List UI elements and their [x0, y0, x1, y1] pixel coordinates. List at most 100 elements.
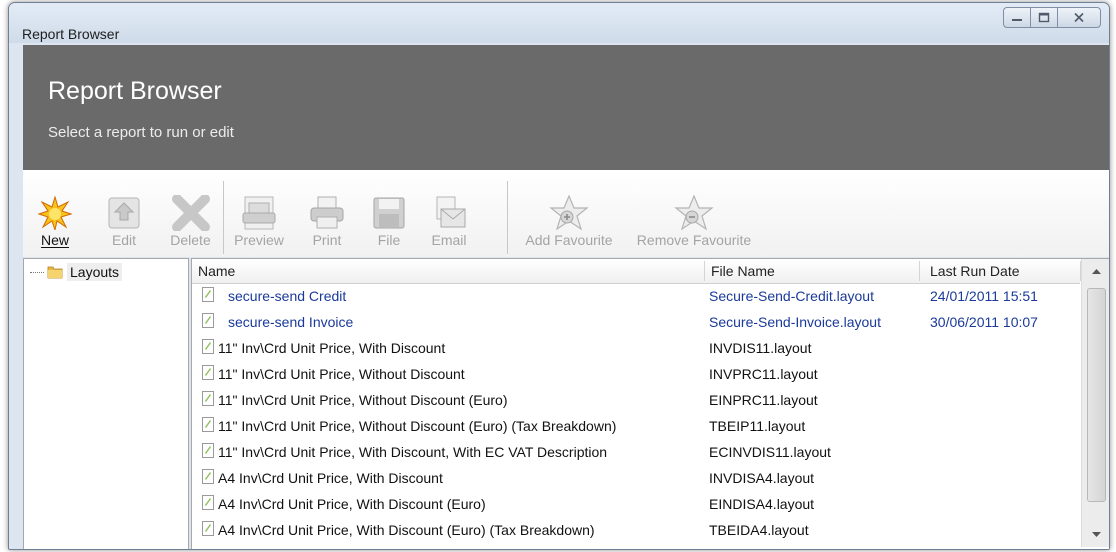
column-header-last-run-date[interactable]: Last Run Date: [920, 259, 1080, 283]
report-name: 11" Inv\Crd Unit Price, Without Discount…: [218, 418, 617, 434]
edit-label: Edit: [111, 232, 137, 248]
email-icon: [436, 196, 466, 228]
report-file-name: INVPRC11.layout: [709, 366, 818, 382]
edit-icon: [108, 197, 140, 229]
table-row[interactable]: 11" Inv\Crd Unit Price, Without Discount…: [192, 414, 1080, 440]
delete-x-icon: [171, 195, 210, 231]
maximize-button[interactable]: [1030, 7, 1058, 28]
window-title: Report Browser: [22, 26, 120, 42]
column-header-file-name[interactable]: File Name: [705, 259, 919, 283]
report-doc-icon: [202, 365, 214, 380]
report-doc-icon: [202, 417, 214, 432]
edit-button[interactable]: Edit: [99, 170, 149, 257]
report-name: A4 Inv\Crd Unit Price, With Discount: [218, 470, 443, 486]
report-name: 11" Inv\Crd Unit Price, Without Discount…: [218, 392, 508, 408]
report-file-name: TBEIDA4.layout: [709, 522, 809, 538]
file-label: File: [377, 232, 401, 248]
page-subtitle: Select a report to run or edit: [48, 124, 234, 141]
page-title: Report Browser: [48, 77, 222, 105]
report-name: 11" Inv\Crd Unit Price, With Discount, W…: [218, 444, 608, 460]
arrow-down-icon: [1091, 532, 1101, 537]
tree-item-label: Layouts: [67, 263, 123, 281]
report-file-name: ECINVDIS11.layout: [709, 444, 831, 460]
report-file-name: Secure-Send-Invoice.layout: [709, 314, 881, 330]
report-name: 11" Inv\Crd Unit Price, With Discount: [218, 340, 446, 356]
print-label: Print: [312, 232, 342, 248]
report-last-run-date: 30/06/2011 10:07: [930, 314, 1038, 330]
minimize-icon: [1012, 18, 1022, 21]
table-row[interactable]: 11" Inv\Crd Unit Price, Without Discount…: [192, 388, 1080, 414]
report-last-run-date: 24/01/2011 15:51: [930, 288, 1038, 304]
table-row[interactable]: 11" Inv\Crd Unit Price, With Discount, W…: [192, 440, 1080, 466]
delete-button[interactable]: Delete: [163, 170, 218, 257]
printer-icon: [310, 196, 344, 229]
floppy-disk-icon: [373, 197, 405, 229]
report-browser-window: Report Browser Report Browser Select a r…: [8, 2, 1110, 550]
minimize-button[interactable]: [1003, 7, 1031, 28]
arrow-up-icon: [1091, 269, 1101, 274]
table-row[interactable]: secure-send Invoice Secure-Send-Invoice.…: [192, 310, 1080, 336]
report-name: secure-send Credit: [228, 288, 347, 304]
report-file-name: EINPRC11.layout: [709, 392, 818, 408]
tree-item-layouts[interactable]: Layouts: [30, 263, 123, 281]
new-label: New: [40, 232, 69, 248]
folder-icon: [47, 266, 63, 279]
toolbar-separator: [223, 181, 224, 254]
remove-favourite-star-icon: [674, 194, 714, 231]
column-header-name[interactable]: Name: [192, 259, 704, 283]
new-star-icon: [38, 196, 72, 230]
table-row[interactable]: 11" Inv\Crd Unit Price, Without Discount…: [192, 362, 1080, 388]
add-favourite-button[interactable]: Add Favourite: [513, 170, 625, 257]
toolbar: New Edit Delete Preview Print File Email…: [23, 170, 1109, 257]
remove-favourite-label: Remove Favourite: [636, 232, 752, 248]
list-header: Name File Name Last Run Date: [192, 259, 1081, 284]
table-row[interactable]: 11" Inv\Crd Unit Price, With Discount IN…: [192, 336, 1080, 362]
report-doc-icon: [202, 313, 214, 328]
report-doc-icon: [202, 469, 214, 484]
report-file-name: EINDISA4.layout: [709, 496, 815, 512]
vertical-scrollbar[interactable]: [1081, 259, 1109, 547]
remove-favourite-button[interactable]: Remove Favourite: [629, 170, 759, 257]
email-label: Email: [431, 232, 467, 248]
add-favourite-star-icon: [549, 194, 589, 231]
preview-label: Preview: [234, 232, 284, 248]
table-row[interactable]: secure-send Credit Secure-Send-Credit.la…: [192, 284, 1080, 310]
report-name: secure-send Invoice: [228, 314, 354, 330]
table-row[interactable]: A4 Inv\Crd Unit Price, With Discount (Eu…: [192, 492, 1080, 518]
email-button[interactable]: Email: [427, 170, 471, 257]
header-banner: Report Browser Select a report to run or…: [23, 45, 1109, 171]
report-name: A4 Inv\Crd Unit Price, With Discount (Eu…: [218, 496, 486, 512]
report-doc-icon: [202, 287, 214, 302]
report-file-name: INVDISA4.layout: [709, 470, 815, 486]
maximize-icon: [1038, 12, 1050, 23]
tree-connector: [30, 271, 44, 273]
report-list: Name File Name Last Run Date secure-send…: [191, 258, 1109, 549]
folder-tree: Layouts: [23, 258, 189, 549]
report-file-name: TBEIP11.layout: [709, 418, 806, 434]
new-button[interactable]: New: [35, 170, 75, 257]
add-favourite-label: Add Favourite: [525, 232, 613, 248]
list-rows: secure-send Credit Secure-Send-Credit.la…: [192, 284, 1080, 544]
scrollbar-thumb[interactable]: [1087, 288, 1106, 502]
file-button[interactable]: File: [369, 170, 409, 257]
preview-button[interactable]: Preview: [228, 170, 290, 257]
delete-label: Delete: [170, 232, 211, 248]
print-button[interactable]: Print: [305, 170, 349, 257]
report-name: A4 Inv\Crd Unit Price, With Discount (Eu…: [218, 522, 595, 538]
report-doc-icon: [202, 391, 214, 406]
scroll-down-button[interactable]: [1082, 523, 1109, 547]
table-row[interactable]: A4 Inv\Crd Unit Price, With Discount INV…: [192, 466, 1080, 492]
title-bar: Report Browser: [9, 3, 1109, 43]
report-doc-icon: [202, 339, 214, 354]
table-row[interactable]: A4 Inv\Crd Unit Price, With Discount (Eu…: [192, 518, 1080, 544]
report-doc-icon: [202, 495, 214, 510]
report-file-name: INVDIS11.layout: [709, 340, 812, 356]
report-doc-icon: [202, 443, 214, 458]
caption-buttons: [1003, 7, 1101, 28]
close-icon: [1074, 12, 1084, 23]
scroll-up-button[interactable]: [1082, 259, 1109, 283]
report-doc-icon: [202, 521, 214, 536]
report-file-name: Secure-Send-Credit.layout: [709, 288, 874, 304]
close-button[interactable]: [1057, 7, 1101, 28]
toolbar-separator: [507, 181, 508, 254]
